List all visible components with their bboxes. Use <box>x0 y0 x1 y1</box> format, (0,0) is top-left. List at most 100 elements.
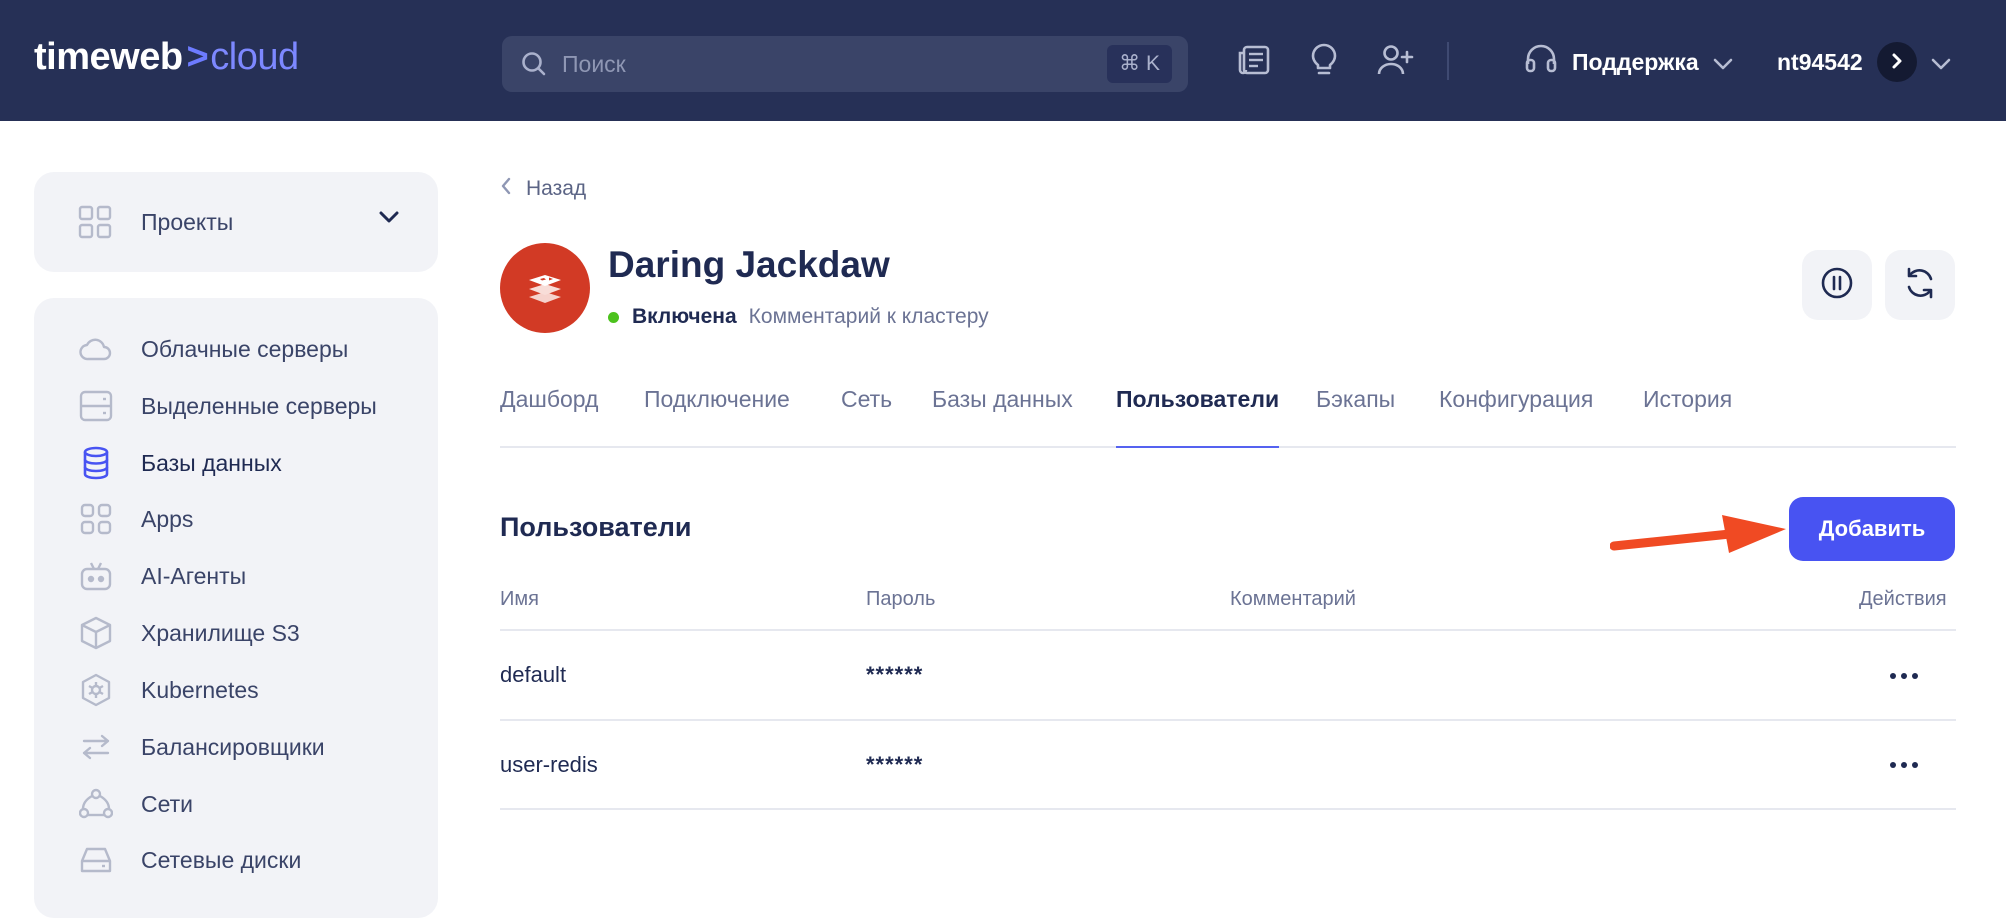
disk-icon <box>78 842 114 878</box>
header-divider <box>1447 42 1449 80</box>
refresh-icon <box>1903 266 1937 305</box>
lightbulb-icon[interactable] <box>1306 42 1346 82</box>
column-header-comment: Комментарий <box>1230 588 1356 610</box>
sidebar-item-label: Сети <box>141 790 194 817</box>
chevron-left-icon <box>500 176 512 202</box>
grid-icon <box>78 205 112 244</box>
support-menu[interactable]: Поддержка <box>1524 42 1733 82</box>
table-divider <box>500 629 1956 631</box>
pause-icon <box>1820 266 1854 305</box>
tab-databases[interactable]: Базы данных <box>932 386 1073 446</box>
database-icon <box>78 445 114 481</box>
search-icon <box>520 50 548 83</box>
cube-icon <box>78 615 114 651</box>
sidebar-item-label: AI-Агенты <box>141 562 247 589</box>
account-badge <box>1876 42 1917 82</box>
tab-users[interactable]: Пользователи <box>1116 386 1280 448</box>
chevron-down-icon <box>1713 49 1733 76</box>
sidebar-item-network-disks[interactable]: Сетевые диски <box>78 840 301 880</box>
cloud-icon <box>78 331 114 367</box>
redis-logo <box>500 243 590 333</box>
tab-network[interactable]: Сеть <box>841 386 892 446</box>
sidebar-item-dedicated-servers[interactable]: Выделенные серверы <box>78 386 377 426</box>
more-icon <box>1912 673 1918 679</box>
cluster-title: Daring Jackdaw <box>608 244 890 285</box>
arrows-icon <box>78 729 114 765</box>
more-icon <box>1890 673 1896 679</box>
sidebar-item-kubernetes[interactable]: Kubernetes <box>78 670 259 710</box>
projects-selector[interactable]: Проекты <box>34 172 438 272</box>
more-icon <box>1912 762 1918 768</box>
more-icon <box>1901 762 1907 768</box>
logo-suffix: cloud <box>210 36 299 78</box>
sidebar-item-load-balancers[interactable]: Балансировщики <box>78 727 325 767</box>
user-name: default <box>500 662 567 687</box>
logo[interactable]: timeweb >cloud <box>34 36 299 79</box>
cluster-status: Включена Комментарий к кластеру <box>608 305 989 329</box>
add-user-button[interactable]: Добавить <box>1789 497 1955 561</box>
support-label: Поддержка <box>1572 48 1699 75</box>
more-icon <box>1901 673 1907 679</box>
apps-icon <box>78 501 114 537</box>
top-header: timeweb >cloud Поиск ⌘ K Поддержка nt9454… <box>0 0 2006 121</box>
server-icon <box>78 388 114 424</box>
username: nt94542 <box>1777 48 1863 75</box>
pause-button[interactable] <box>1802 250 1872 320</box>
user-name: user-redis <box>500 752 598 777</box>
search-bar[interactable]: Поиск ⌘ K <box>502 36 1188 92</box>
tab-configuration[interactable]: Конфигурация <box>1439 386 1593 446</box>
more-icon <box>1890 762 1896 768</box>
network-icon <box>78 786 114 822</box>
sidebar-item-label: Kubernetes <box>141 676 259 703</box>
sidebar-item-label: Выделенные серверы <box>141 392 377 419</box>
sidebar-item-label: Хранилище S3 <box>141 619 300 646</box>
cluster-comment-link[interactable]: Комментарий к кластеру <box>749 305 989 329</box>
status-dot <box>608 311 619 323</box>
tab-connection[interactable]: Подключение <box>644 386 790 446</box>
table-divider <box>500 808 1956 810</box>
sidebar-item-databases[interactable]: Базы данных <box>78 443 282 483</box>
projects-label: Проекты <box>141 209 234 235</box>
annotation-arrow-icon <box>1610 515 1786 553</box>
kubernetes-icon <box>78 672 114 708</box>
headset-icon <box>1524 42 1558 82</box>
more-actions-button[interactable] <box>1884 750 1924 780</box>
section-title: Пользователи <box>500 512 692 542</box>
user-menu[interactable]: nt94542 <box>1777 40 1951 84</box>
back-label: Назад <box>526 177 587 200</box>
sidebar-item-networks[interactable]: Сети <box>78 784 193 824</box>
cluster-tabs: Дашборд Подключение Сеть Базы данных Пол… <box>500 386 1956 448</box>
add-user-icon[interactable] <box>1376 42 1416 82</box>
sidebar-item-cloud-servers[interactable]: Облачные серверы <box>78 329 348 369</box>
sidebar-item-label: Сетевые диски <box>141 846 302 873</box>
sidebar-item-label: Облачные серверы <box>141 335 349 362</box>
tab-backups[interactable]: Бэкапы <box>1316 386 1395 446</box>
tab-history[interactable]: История <box>1643 386 1732 446</box>
news-icon[interactable] <box>1236 42 1276 82</box>
more-actions-button[interactable] <box>1884 661 1924 691</box>
column-header-actions: Действия <box>1859 588 1947 610</box>
column-header-password: Пароль <box>866 588 936 610</box>
chevron-down-icon <box>378 210 400 229</box>
robot-icon <box>78 558 114 594</box>
logo-separator: > <box>186 36 209 78</box>
sidebar-item-s3-storage[interactable]: Хранилище S3 <box>78 613 300 653</box>
user-password: ****** <box>866 662 924 687</box>
column-header-name: Имя <box>500 588 539 610</box>
back-link[interactable]: Назад <box>500 176 586 202</box>
search-shortcut: ⌘ K <box>1107 45 1172 83</box>
sidebar-item-ai-agents[interactable]: AI-Агенты <box>78 556 246 596</box>
sidebar-item-label: Балансировщики <box>141 733 325 760</box>
sidebar-item-apps[interactable]: Apps <box>78 499 193 539</box>
sidebar-item-label: Базы данных <box>141 449 282 476</box>
restart-button[interactable] <box>1885 250 1955 320</box>
chevron-down-icon <box>1931 49 1951 76</box>
sidebar-item-label: Apps <box>141 505 194 532</box>
tab-dashboard[interactable]: Дашборд <box>500 386 598 446</box>
status-text: Включена <box>632 305 737 328</box>
chevron-right-icon <box>1890 49 1904 76</box>
user-password: ****** <box>866 752 924 777</box>
search-input[interactable]: Поиск <box>562 51 626 78</box>
table-divider <box>500 719 1956 721</box>
logo-text: timeweb <box>34 36 183 78</box>
